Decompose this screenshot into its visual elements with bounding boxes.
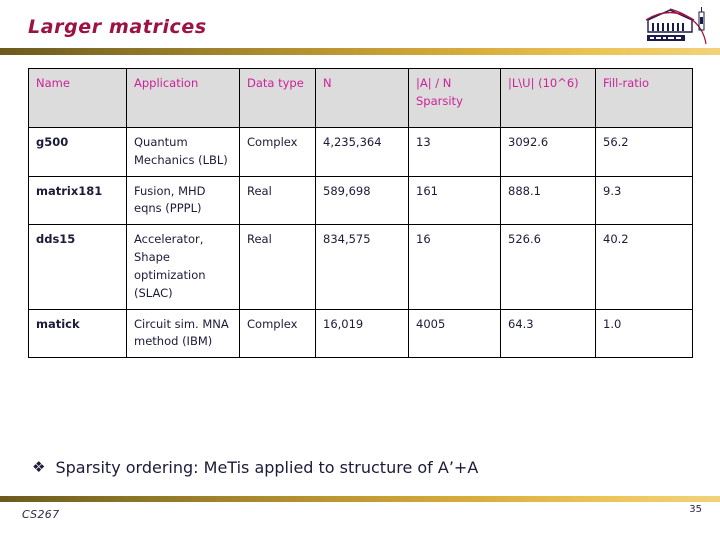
cell-name: matick (28, 308, 127, 359)
institution-logo (640, 4, 712, 48)
column-header-application: Application (126, 68, 240, 128)
footer-course-label: CS267 (22, 508, 60, 521)
cell-fill-ratio: 9.3 (595, 175, 693, 226)
cell-application: Quantum Mechanics (LBL) (126, 127, 240, 177)
table-row: matrix181 Fusion, MHD eqns (PPPL) Real 5… (28, 175, 693, 226)
cell-fill-ratio: 56.2 (595, 127, 693, 177)
table-row: dds15 Accelerator, Shape optimization (S… (28, 224, 693, 310)
cell-n: 4,235,364 (315, 127, 409, 177)
cell-data-type: Real (239, 175, 316, 226)
bullet-item: ❖ Sparsity ordering: MeTis applied to st… (32, 458, 478, 477)
cell-data-type: Real (239, 224, 316, 310)
cell-application: Circuit sim. MNA method (IBM) (126, 308, 240, 359)
column-header-sparsity: |A| / N Sparsity (408, 68, 501, 128)
table-header-row: Name Application Data type N |A| / N Spa… (28, 68, 693, 128)
cell-lu: 526.6 (500, 224, 596, 310)
cell-fill-ratio: 1.0 (595, 308, 693, 359)
cell-lu: 3092.6 (500, 127, 596, 177)
table-row: g500 Quantum Mechanics (LBL) Complex 4,2… (28, 127, 693, 177)
column-header-data-type: Data type (239, 68, 316, 128)
cell-data-type: Complex (239, 127, 316, 177)
cell-application: Accelerator, Shape optimization (SLAC) (126, 224, 240, 310)
cell-name: g500 (28, 127, 127, 177)
cell-sparsity: 13 (408, 127, 501, 177)
cell-name: dds15 (28, 224, 127, 310)
cell-lu: 64.3 (500, 308, 596, 359)
cell-sparsity: 161 (408, 175, 501, 226)
column-header-n: N (315, 68, 409, 128)
page-title: Larger matrices (28, 16, 207, 38)
cell-n: 589,698 (315, 175, 409, 226)
cell-sparsity: 16 (408, 224, 501, 310)
cell-name: matrix181 (28, 175, 127, 226)
cell-fill-ratio: 40.2 (595, 224, 693, 310)
cell-sparsity: 4005 (408, 308, 501, 359)
column-header-lu: |L\U| (10^6) (500, 68, 596, 128)
header-divider (0, 48, 720, 55)
cell-lu: 888.1 (500, 175, 596, 226)
footer-divider (0, 496, 720, 502)
cell-n: 834,575 (315, 224, 409, 310)
column-header-name: Name (28, 68, 127, 128)
bullet-text: Sparsity ordering: MeTis applied to stru… (55, 458, 479, 477)
cell-n: 16,019 (315, 308, 409, 359)
cell-application: Fusion, MHD eqns (PPPL) (126, 175, 240, 226)
column-header-fill-ratio: Fill-ratio (595, 68, 693, 128)
matrix-benchmark-table: Name Application Data type N |A| / N Spa… (28, 68, 693, 359)
diamond-bullet-icon: ❖ (32, 458, 46, 476)
slide-page-number: 35 (689, 504, 702, 515)
table-row: matick Circuit sim. MNA method (IBM) Com… (28, 308, 693, 359)
cell-data-type: Complex (239, 308, 316, 359)
